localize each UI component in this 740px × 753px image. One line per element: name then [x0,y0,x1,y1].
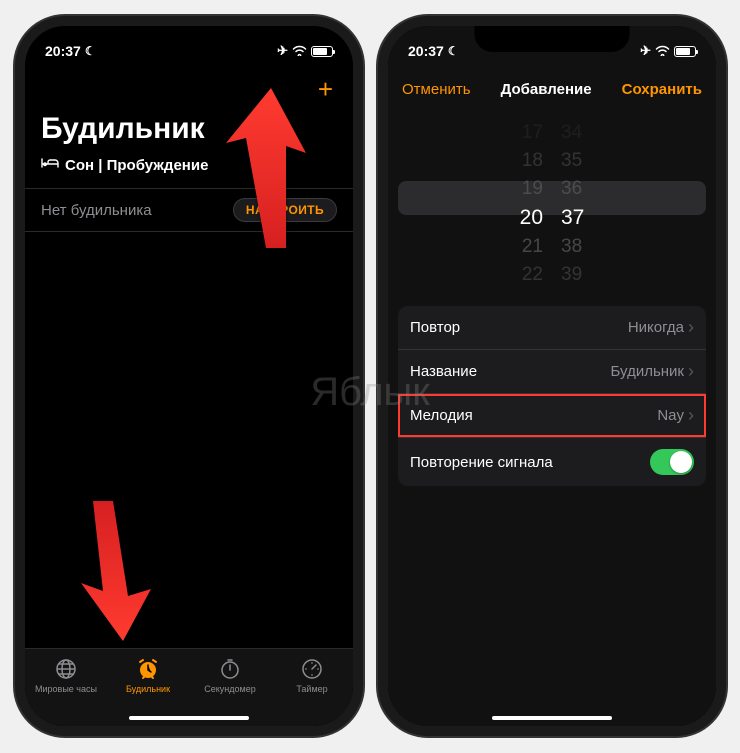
modal-title: Добавление [501,81,592,98]
battery-icon [311,46,333,57]
screen-left: 20:37 ☾ ✈ + Будильник Сон | Пробуждение … [25,26,353,726]
tab-bar: Мировые часы Будильник Секундомер Таймер [25,648,353,726]
modal-navbar: Отменить Добавление Сохранить [388,68,716,110]
cell-label: Мелодия [410,407,473,424]
page-title: Будильник [41,112,205,146]
wifi-icon [292,44,307,59]
screen-right: 20:37 ☾ ✈ Отменить Добавление Сохранить … [388,26,716,726]
notch [475,26,630,52]
tab-label: Таймер [296,684,327,694]
save-button[interactable]: Сохранить [622,81,702,98]
bed-icon [41,156,59,174]
cell-value: Будильник [611,363,684,380]
tab-label: Будильник [126,684,170,694]
globe-icon [55,657,77,681]
tab-label: Секундомер [204,684,255,694]
cell-value: Никогда [628,319,684,336]
annotation-arrow-add [211,88,321,253]
battery-icon [674,46,696,57]
chevron-right-icon: › [688,317,694,338]
cell-label: Повторение сигнала [410,454,553,471]
notch [112,26,267,52]
alarm-clock-icon [136,657,160,681]
time-picker[interactable]: 17 18 19 20 21 22 23 34 35 36 37 38 39 4… [388,118,716,288]
sound-cell[interactable]: Мелодия Nay› [398,394,706,438]
phone-left-frame: 20:37 ☾ ✈ + Будильник Сон | Пробуждение … [15,16,363,736]
picker-minutes[interactable]: 34 35 36 37 38 39 40 [561,118,584,288]
timer-icon [301,657,323,681]
cell-value: Nay [657,407,684,424]
status-time: 20:37 [45,43,81,59]
annotation-arrow-tab [73,501,173,646]
do-not-disturb-icon: ☾ [85,44,96,58]
airplane-mode-icon: ✈ [277,43,288,59]
sleep-wake-section-header: Сон | Пробуждение [41,156,208,174]
repeat-cell[interactable]: Повтор Никогда› [398,306,706,350]
cancel-button[interactable]: Отменить [402,81,471,98]
chevron-right-icon: › [688,405,694,426]
picker-hours[interactable]: 17 18 19 20 21 22 23 [520,118,543,288]
cell-label: Повтор [410,319,460,336]
chevron-right-icon: › [688,361,694,382]
snooze-cell: Повторение сигнала [398,438,706,486]
tab-alarm[interactable]: Будильник [107,657,189,694]
wifi-icon [655,44,670,59]
tab-label: Мировые часы [35,684,97,694]
phone-right-frame: 20:37 ☾ ✈ Отменить Добавление Сохранить … [378,16,726,736]
no-alarm-label: Нет будильника [41,202,152,219]
sleep-wake-label: Сон | Пробуждение [65,157,208,174]
status-time: 20:37 [408,43,444,59]
alarm-options-list: Повтор Никогда› Название Будильник› Мело… [398,306,706,486]
snooze-toggle[interactable] [650,449,694,475]
tab-stopwatch[interactable]: Секундомер [189,657,271,694]
airplane-mode-icon: ✈ [640,43,651,59]
home-indicator[interactable] [492,716,612,720]
label-cell[interactable]: Название Будильник› [398,350,706,394]
home-indicator[interactable] [129,716,249,720]
do-not-disturb-icon: ☾ [448,44,459,58]
tab-world-clock[interactable]: Мировые часы [25,657,107,694]
cell-label: Название [410,363,477,380]
stopwatch-icon [219,657,241,681]
tab-timer[interactable]: Таймер [271,657,353,694]
